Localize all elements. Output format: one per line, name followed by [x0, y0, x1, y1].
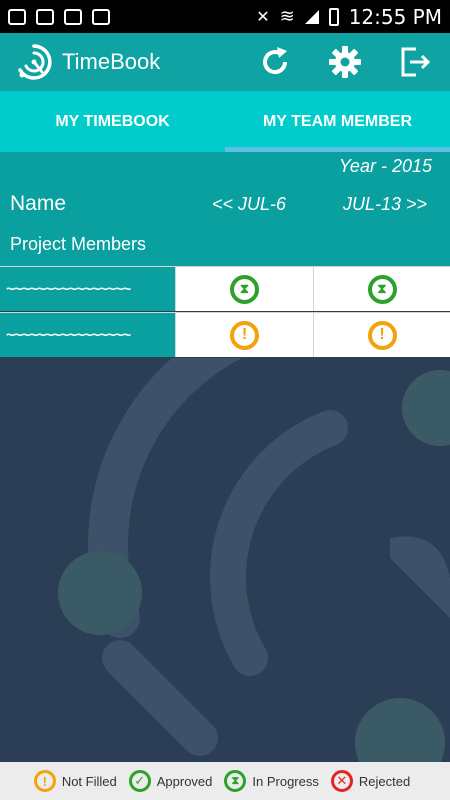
- status-cell[interactable]: ⧗: [313, 267, 450, 311]
- status-time: 12:55 PM: [348, 4, 442, 29]
- tab-bar: MY TIMEBOOK MY TEAM MEMBER: [0, 91, 450, 152]
- notification-icon: [8, 8, 26, 25]
- not-filled-icon: !: [230, 320, 259, 350]
- gallery-icon: [36, 8, 54, 25]
- battery-icon: [328, 7, 339, 26]
- in-progress-icon: ⧗: [367, 274, 397, 304]
- next-week-button[interactable]: JUL-13 >>: [343, 194, 427, 215]
- legend-label: In Progress: [252, 773, 319, 789]
- member-name: ~~~~~~~~~~~~~~~~: [6, 326, 131, 344]
- in-progress-icon: ⧗: [230, 274, 259, 304]
- logout-icon: [401, 47, 431, 77]
- tab-my-timebook[interactable]: MY TIMEBOOK: [0, 91, 225, 152]
- status-cell[interactable]: !: [313, 313, 450, 357]
- rejected-icon: ✕: [330, 770, 353, 792]
- wifi-icon: ≋: [279, 6, 295, 26]
- signal-icon: [304, 9, 319, 24]
- not-filled-icon: !: [33, 770, 56, 792]
- timesheet-header: Year - 2015 Name << JUL-6 JUL-13 >> Proj…: [0, 152, 450, 266]
- legend-item: ⧗ In Progress: [224, 770, 319, 792]
- status-cell[interactable]: !: [175, 313, 313, 357]
- status-cell[interactable]: ⧗: [175, 267, 313, 311]
- flipboard-icon: [64, 8, 82, 25]
- status-bar: ✕ ≋ 12:55 PM: [0, 0, 450, 33]
- prev-week-button[interactable]: << JUL-6: [212, 194, 286, 215]
- table-row: ~~~~~~~~~~~~~~~~ ! !: [0, 312, 450, 357]
- app-bar: TimeBook: [0, 33, 450, 91]
- store-icon: [92, 8, 110, 25]
- legend-label: Approved: [156, 773, 213, 789]
- legend-label: Not Filled: [61, 773, 117, 789]
- status-legend: ! Not Filled ✓ Approved ⧗ In Progress ✕ …: [0, 762, 450, 800]
- member-name-cell[interactable]: ~~~~~~~~~~~~~~~~: [0, 313, 175, 357]
- app-title: TimeBook: [62, 49, 161, 74]
- refresh-button[interactable]: [240, 33, 310, 91]
- approved-icon: ✓: [128, 770, 151, 792]
- name-column-label: Name: [10, 192, 67, 215]
- legend-item: ✕ Rejected: [330, 770, 411, 792]
- mute-icon: ✕: [256, 8, 270, 26]
- settings-button[interactable]: [310, 33, 380, 91]
- member-name-cell[interactable]: ~~~~~~~~~~~~~~~~: [0, 267, 175, 311]
- project-members-label: Project Members: [10, 234, 147, 254]
- gear-icon: [329, 46, 361, 78]
- refresh-icon: [263, 47, 288, 75]
- year-label: Year - 2015: [338, 156, 432, 176]
- member-name: ~~~~~~~~~~~~~~~~: [6, 280, 131, 298]
- legend-item: ! Not Filled: [33, 770, 117, 792]
- in-progress-icon: ⧗: [224, 770, 247, 792]
- background-logo-art: [58, 358, 450, 762]
- table-row: ~~~~~~~~~~~~~~~~ ⧗ ⧗: [0, 266, 450, 311]
- tab-my-team-member[interactable]: MY TEAM MEMBER: [225, 91, 450, 152]
- legend-item: ✓ Approved: [128, 770, 213, 792]
- timebook-logo-icon: [18, 44, 52, 80]
- not-filled-icon: !: [367, 320, 397, 350]
- legend-label: Rejected: [358, 773, 411, 789]
- logout-button[interactable]: [380, 33, 450, 91]
